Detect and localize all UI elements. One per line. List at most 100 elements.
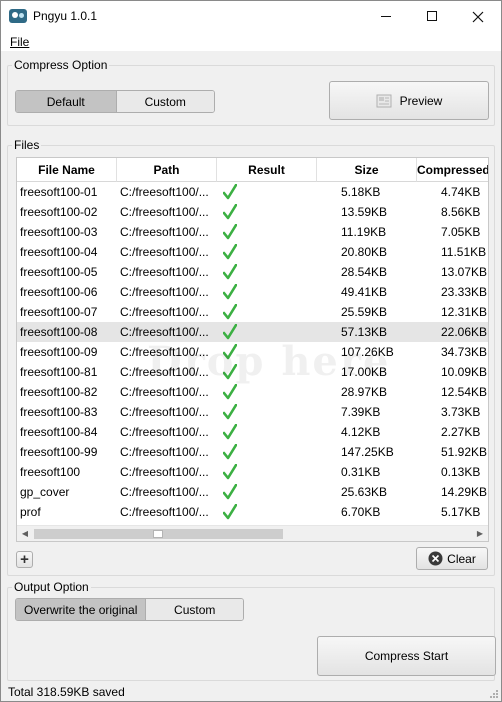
column-header-result[interactable]: Result: [217, 158, 317, 182]
success-check-icon: [220, 462, 237, 482]
output-mode-toggle: Overwrite the original Custom: [15, 598, 244, 621]
table-row[interactable]: freesoft100-06 C:/freesoft100/... 49.41KB 2…: [17, 282, 488, 302]
clear-button[interactable]: Clear: [416, 547, 488, 570]
cell-file-name: freesoft100-01: [20, 185, 98, 199]
add-files-button[interactable]: +: [16, 551, 33, 568]
cell-path: C:/freesoft100/...: [120, 285, 209, 299]
column-header-size[interactable]: Size: [317, 158, 417, 182]
table-row[interactable]: gp_cover C:/freesoft100/... 25.63KB 14.29KB: [17, 482, 488, 502]
window-title: Pngyu 1.0.1: [33, 9, 98, 23]
custom-mode-button[interactable]: Custom: [115, 91, 214, 112]
table-row[interactable]: freesoft100 C:/freesoft100/... 0.31KB 0.13K…: [17, 462, 488, 482]
success-check-icon: [220, 222, 237, 242]
scrollbar-thumb[interactable]: [34, 529, 283, 539]
table-row[interactable]: freesoft100-84 C:/freesoft100/... 4.12KB 2.…: [17, 422, 488, 442]
success-check-icon: [220, 202, 237, 222]
cell-size: 11.19KB: [341, 225, 387, 239]
default-mode-button[interactable]: Default: [16, 91, 116, 112]
minimize-button[interactable]: [363, 1, 409, 32]
cell-compressed: 5.17KB: [441, 505, 481, 519]
preview-button[interactable]: Preview: [329, 81, 489, 120]
cell-path: C:/freesoft100/...: [120, 205, 209, 219]
overwrite-original-button[interactable]: Overwrite the original: [16, 599, 146, 620]
table-row[interactable]: freesoft100-05 C:/freesoft100/... 28.54KB 1…: [17, 262, 488, 282]
cell-path: C:/freesoft100/...: [120, 345, 209, 359]
cell-compressed: 34.73KB: [441, 345, 488, 359]
table-row[interactable]: freesoft100-82 C:/freesoft100/... 28.97KB 1…: [17, 382, 488, 402]
cell-file-name: freesoft100-81: [20, 365, 98, 379]
status-text: Total 318.59KB saved: [8, 685, 125, 699]
table-row[interactable]: freesoft100-04 C:/freesoft100/... 20.80KB 1…: [17, 242, 488, 262]
scroll-left-arrow-icon[interactable]: ◀: [17, 526, 33, 541]
cell-compressed: 11.51KB: [441, 245, 487, 259]
cell-path: C:/freesoft100/...: [120, 385, 209, 399]
cell-compressed: 51.92KB: [441, 445, 488, 459]
clear-label: Clear: [447, 551, 476, 566]
cell-file-name: freesoft100-07: [20, 305, 98, 319]
cell-compressed: 12.31KB: [441, 305, 488, 319]
table-row[interactable]: prof C:/freesoft100/... 6.70KB 5.17KB: [17, 502, 488, 522]
table-row[interactable]: freesoft100-99 C:/freesoft100/... 147.25KB…: [17, 442, 488, 462]
files-table[interactable]: File Name Path Result Size Compressed fr…: [16, 157, 489, 542]
success-check-icon: [220, 442, 237, 462]
maximize-button[interactable]: [409, 1, 455, 32]
cell-file-name: freesoft100-05: [20, 265, 98, 279]
cell-file-name: freesoft100-84: [20, 425, 98, 439]
output-option-label: Output Option: [12, 580, 91, 594]
output-option-group: Output Option Overwrite the original Cus…: [7, 580, 496, 681]
maximize-icon: [427, 11, 437, 21]
cell-file-name: gp_cover: [20, 485, 70, 499]
table-row[interactable]: freesoft100-01 C:/freesoft100/... 5.18KB 4.…: [17, 182, 488, 202]
cell-file-name: freesoft100-82: [20, 385, 98, 399]
cell-file-name: freesoft100-02: [20, 205, 98, 219]
table-row[interactable]: freesoft100-83 C:/freesoft100/... 7.39KB 3.…: [17, 402, 488, 422]
cell-size: 4.12KB: [341, 425, 381, 439]
cell-size: 49.41KB: [341, 285, 388, 299]
cell-compressed: 22.06KB: [441, 325, 488, 339]
scroll-right-arrow-icon[interactable]: ▶: [472, 526, 488, 541]
success-check-icon: [220, 302, 237, 322]
cell-file-name: freesoft100-03: [20, 225, 98, 239]
close-button[interactable]: [455, 1, 501, 32]
table-header: File Name Path Result Size Compressed: [17, 158, 488, 182]
success-check-icon: [220, 402, 237, 422]
table-row[interactable]: freesoft100-81 C:/freesoft100/... 17.00KB 1…: [17, 362, 488, 382]
add-icon: +: [20, 551, 29, 568]
compress-start-button[interactable]: Compress Start: [317, 636, 496, 676]
cell-path: C:/freesoft100/...: [120, 365, 209, 379]
cell-compressed: 12.54KB: [441, 385, 488, 399]
cell-compressed: 10.09KB: [441, 365, 488, 379]
table-row[interactable]: freesoft100-08 C:/freesoft100/... 57.13KB 2…: [17, 322, 488, 342]
table-body: freesoft100-01 C:/freesoft100/... 5.18KB 4.…: [17, 182, 488, 522]
column-header-path[interactable]: Path: [117, 158, 217, 182]
custom-output-button[interactable]: Custom: [145, 599, 243, 620]
success-check-icon: [220, 342, 237, 362]
cell-compressed: 14.29KB: [441, 485, 488, 499]
cell-file-name: prof: [20, 505, 41, 519]
cell-result: [217, 262, 317, 282]
title-bar[interactable]: Pngyu 1.0.1: [1, 1, 501, 32]
compress-option-group: Compress Option Default Custom Preview: [7, 58, 495, 126]
cell-path: C:/freesoft100/...: [120, 425, 209, 439]
cell-size: 6.70KB: [341, 505, 381, 519]
cell-result: [217, 342, 317, 362]
table-row[interactable]: freesoft100-03 C:/freesoft100/... 11.19KB 7…: [17, 222, 488, 242]
cell-size: 7.39KB: [341, 405, 381, 419]
resize-grip-icon[interactable]: [489, 689, 499, 699]
cell-compressed: 13.07KB: [441, 265, 488, 279]
column-header-file-name[interactable]: File Name: [17, 158, 117, 182]
cell-size: 28.54KB: [341, 265, 388, 279]
menu-file[interactable]: File: [10, 35, 29, 49]
column-header-compressed[interactable]: Compressed: [417, 158, 488, 182]
table-row[interactable]: freesoft100-07 C:/freesoft100/... 25.59KB 1…: [17, 302, 488, 322]
cell-file-name: freesoft100-06: [20, 285, 98, 299]
cell-file-name: freesoft100-08: [20, 325, 98, 339]
success-check-icon: [220, 382, 237, 402]
table-row[interactable]: freesoft100-09 C:/freesoft100/... 107.26KB…: [17, 342, 488, 362]
horizontal-scrollbar[interactable]: ◀ ▶: [17, 525, 488, 541]
table-row[interactable]: freesoft100-02 C:/freesoft100/... 13.59KB 8…: [17, 202, 488, 222]
cell-result: [217, 502, 317, 522]
cell-result: [217, 202, 317, 222]
cell-result: [217, 402, 317, 422]
success-check-icon: [220, 502, 237, 522]
